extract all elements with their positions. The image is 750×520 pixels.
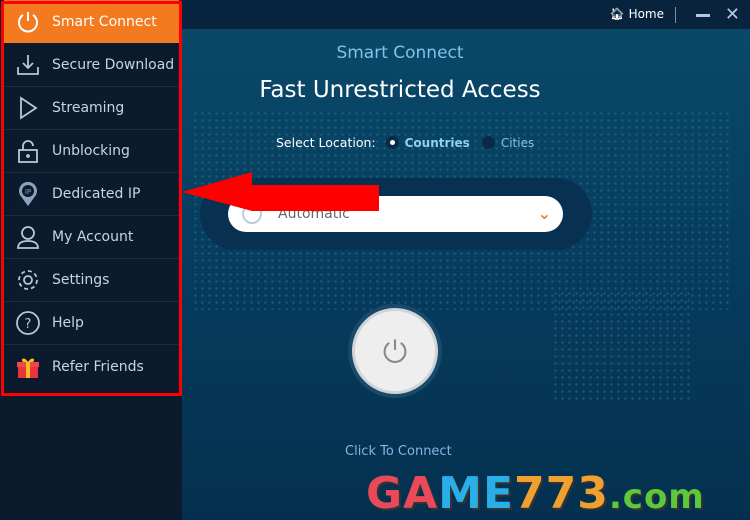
page-title: Fast Unrestricted Access <box>259 77 541 103</box>
svg-text:IP: IP <box>25 188 31 196</box>
sidebar-item-label: Help <box>52 315 84 331</box>
home-icon: 🏠︎ <box>609 7 625 21</box>
ip-pin-icon: IP <box>4 181 52 207</box>
help-icon: ? <box>4 310 52 336</box>
divider <box>675 7 676 23</box>
gear-icon <box>4 267 52 293</box>
sidebar-item-settings[interactable]: Settings <box>4 259 179 302</box>
countries-label[interactable]: Countries <box>405 136 470 150</box>
download-icon <box>4 52 52 78</box>
select-location-label: Select Location: <box>276 135 376 150</box>
sidebar-item-label: Refer Friends <box>52 358 144 375</box>
svg-text:?: ? <box>25 317 32 332</box>
sidebar: Smart Connect Secure Download Streaming … <box>0 0 182 520</box>
home-label: Home <box>628 7 664 21</box>
sidebar-item-label: My Account <box>52 229 134 245</box>
sidebar-item-label: Secure Download <box>52 57 175 73</box>
close-button[interactable]: ✕ <box>725 4 740 25</box>
title-bar: 🏠︎ Home ✕ <box>182 0 750 29</box>
radio-cities[interactable] <box>481 136 495 149</box>
home-button[interactable]: 🏠︎ Home <box>609 7 664 21</box>
cities-label[interactable]: Cities <box>501 136 534 150</box>
page-subtitle: Smart Connect <box>336 43 464 63</box>
gift-icon <box>4 354 52 380</box>
play-icon <box>4 95 52 121</box>
power-icon <box>383 339 407 363</box>
sidebar-item-my-account[interactable]: My Account <box>4 216 179 259</box>
lock-icon <box>4 138 52 164</box>
location-selector: Select Location: Countries Cities <box>276 135 534 150</box>
minimize-button[interactable] <box>696 14 710 17</box>
watermark-logo: GAME773.com <box>366 468 705 519</box>
click-to-connect-label: Click To Connect <box>345 444 452 459</box>
sidebar-item-secure-download[interactable]: Secure Download <box>4 44 179 87</box>
sidebar-item-smart-connect[interactable]: Smart Connect <box>4 0 179 43</box>
sidebar-item-label: Dedicated IP <box>52 186 141 202</box>
sidebar-item-refer-friends[interactable]: Refer Friends <box>4 345 179 388</box>
sidebar-item-dedicated-ip[interactable]: IP Dedicated IP <box>4 173 179 216</box>
world-map-dots <box>552 290 692 400</box>
sidebar-item-label: Smart Connect <box>52 13 157 30</box>
sidebar-item-label: Unblocking <box>52 143 130 159</box>
power-icon <box>4 9 52 35</box>
annotation-arrow <box>182 172 379 211</box>
main-panel: 🏠︎ Home ✕ Smart Connect Fast Unrestricted… <box>182 0 750 520</box>
chevron-down-icon: ⌄ <box>537 204 551 223</box>
sidebar-item-streaming[interactable]: Streaming <box>4 87 179 130</box>
sidebar-item-help[interactable]: ? Help <box>4 302 179 345</box>
sidebar-item-unblocking[interactable]: Unblocking <box>4 130 179 173</box>
connect-button[interactable] <box>352 308 438 394</box>
sidebar-item-label: Streaming <box>52 100 125 116</box>
radio-countries[interactable] <box>385 136 399 149</box>
user-icon <box>4 224 52 250</box>
sidebar-item-label: Settings <box>52 272 110 288</box>
